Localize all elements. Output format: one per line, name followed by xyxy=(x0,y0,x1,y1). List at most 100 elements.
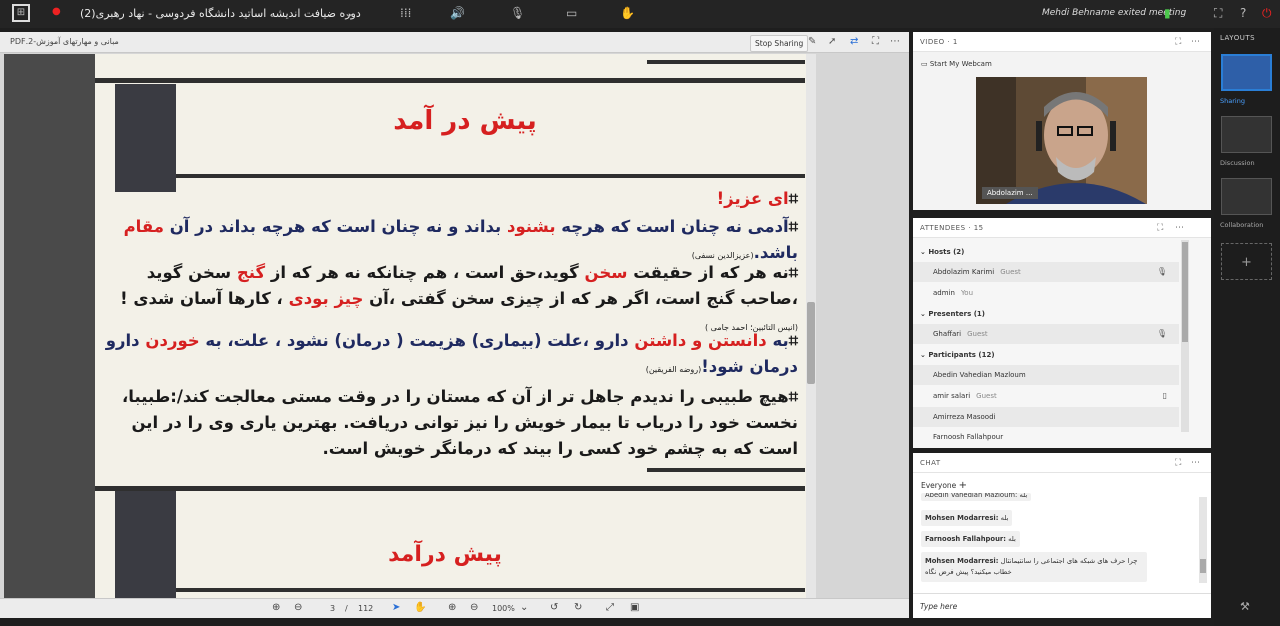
highlight-text: سخن xyxy=(584,263,628,282)
pointer-tool-icon[interactable]: ➤ xyxy=(392,602,400,613)
maximize-icon[interactable]: ⛶ xyxy=(1175,37,1181,47)
add-layout-button[interactable]: + xyxy=(1221,243,1272,280)
highlight-text: مقام xyxy=(123,217,164,236)
right-column: VIDEO · 1 ⛶ ⋯ ▭ Start My Webcam Abdolazi… xyxy=(913,32,1211,618)
more-options-icon[interactable]: ⋯ xyxy=(1175,223,1184,233)
pen-icon[interactable]: ✎ xyxy=(808,36,816,47)
chat-tab-everyone[interactable]: Everyone + xyxy=(921,480,967,491)
chat-text: بله xyxy=(1008,535,1016,543)
start-webcam-button[interactable]: ▭ Start My Webcam xyxy=(921,60,992,68)
vertical-scrollbar[interactable] xyxy=(806,54,816,598)
help-icon[interactable]: ? xyxy=(1240,6,1246,20)
zoom-level[interactable]: 100% xyxy=(492,604,515,613)
group-presenters[interactable]: ⌄ Presenters (1) xyxy=(920,310,985,318)
rotate-left-icon[interactable]: ↺ xyxy=(550,602,558,613)
more-options-icon[interactable]: ⋯ xyxy=(890,36,900,47)
chat-message: Mohsen Modarresi: چرا حرف های شبکه های ا… xyxy=(921,552,1147,582)
meeting-title[interactable]: دوره ضیافت اندیشه اساتید دانشگاه فردوسی … xyxy=(80,7,361,20)
speaker-icon[interactable]: 🔊 xyxy=(450,6,465,20)
layout-sharing[interactable] xyxy=(1221,54,1272,91)
share-pod: مبانی و مهارتهای آموزش-2.PDF Stop Sharin… xyxy=(0,32,909,598)
highlight-text: گنج xyxy=(236,263,266,282)
chat-message: Farnoosh Fallahpour: بله xyxy=(921,531,1020,547)
fullscreen-icon[interactable]: ⛶ xyxy=(1214,6,1222,21)
video-pod: VIDEO · 1 ⛶ ⋯ ▭ Start My Webcam Abdolazi… xyxy=(913,32,1211,210)
attendee-role: You xyxy=(960,289,974,297)
fit-width-icon[interactable]: ▣ xyxy=(630,602,639,613)
rotate-right-icon[interactable]: ↻ xyxy=(574,602,582,613)
divider xyxy=(647,60,805,64)
maximize-icon[interactable]: ⛶ xyxy=(1175,458,1181,468)
microphone-icon: 🎙 xyxy=(1156,267,1167,276)
zoom-in-icon[interactable]: ⊕ xyxy=(448,602,456,613)
slide-title: پیش درآمد xyxy=(388,542,502,567)
maximize-icon[interactable]: ⛶ xyxy=(1157,223,1163,233)
chat-message: Mohsen Modarresi: بله xyxy=(921,510,1013,526)
power-icon[interactable]: ⏻ xyxy=(1262,6,1272,21)
microphone-icon[interactable]: 🎙 xyxy=(510,6,525,20)
maximize-icon[interactable]: ⛶ xyxy=(872,36,879,47)
hand-tool-icon[interactable]: ✋ xyxy=(414,602,426,613)
attendee-name: Amirreza Masoodi xyxy=(933,413,996,421)
group-participants[interactable]: ⌄ Participants (12) xyxy=(920,351,995,359)
wrench-icon[interactable]: ⚒ xyxy=(1240,600,1250,613)
bullet-icon: ⌗ xyxy=(788,387,798,406)
camera-icon[interactable]: ▭ xyxy=(566,6,577,20)
attendee-row[interactable]: Abedin Vahedian Mazloum xyxy=(913,365,1179,385)
more-options-icon[interactable]: ⋯ xyxy=(1191,458,1200,468)
paragraph: ⌗هیچ طبیبی را ندیدم جاهل تر از آن که مست… xyxy=(103,384,798,462)
source-text: (عزیزالدین نسفی) xyxy=(691,251,754,260)
attendee-name: Ghaffari xyxy=(933,330,962,338)
paragraph-text: ای عزیز! xyxy=(716,189,789,208)
pointer-icon[interactable]: ➚ xyxy=(828,36,836,47)
camera-icon: ▭ xyxy=(921,60,930,68)
layout-collaboration[interactable] xyxy=(1221,178,1272,215)
scrollbar-thumb[interactable] xyxy=(807,302,815,384)
document-viewer[interactable]: پیش در آمد ⌗ای عزیز! ⌗آدمی نه چنان است ک… xyxy=(4,54,816,598)
raise-hand-icon[interactable]: ✋ xyxy=(620,6,635,20)
prev-page-icon[interactable]: ⊕ xyxy=(272,602,280,613)
chat-scrollbar[interactable] xyxy=(1199,497,1207,583)
add-tab-icon[interactable]: + xyxy=(959,480,967,491)
paragraph-text: دارو ،علت (بیماری) هزیمت ( درمان) نشود ،… xyxy=(199,331,635,350)
scrollbar-thumb[interactable] xyxy=(1182,242,1188,342)
paragraph: ⌗به دانستن و داشتن دارو ،علت (بیماری) هز… xyxy=(103,328,798,383)
next-page-icon[interactable]: ⊖ xyxy=(294,602,302,613)
apps-grid-icon[interactable]: ⁞⁞⁞ xyxy=(400,6,411,20)
group-hosts[interactable]: ⌄ Hosts (2) xyxy=(920,248,964,256)
scrollbar-thumb[interactable] xyxy=(1200,559,1206,573)
chevron-down-icon[interactable]: ⌄ xyxy=(344,6,354,20)
group-label: Presenters (1) xyxy=(928,310,985,318)
attendee-row[interactable]: amir salari Guest ▯ xyxy=(913,386,1179,406)
page-current[interactable]: 3 xyxy=(330,604,335,613)
attendee-row[interactable]: Ghaffari Guest 🎙 xyxy=(913,324,1179,344)
app-menu-icon[interactable]: ⊞ xyxy=(12,4,30,22)
group-label: Participants (12) xyxy=(928,351,995,359)
record-icon[interactable]: ● xyxy=(52,6,61,17)
chat-input[interactable]: Type here xyxy=(913,593,1211,618)
layouts-pane: LAYOUTS Sharing Discussion Collaboration… xyxy=(1214,28,1280,626)
more-options-icon[interactable]: ⋯ xyxy=(1191,37,1200,47)
webcam-name: Abdolazim ... xyxy=(982,187,1038,199)
paragraph-text: هیچ طبیبی را ندیدم جاهل تر از آن که مستا… xyxy=(122,387,798,458)
stop-sharing-button[interactable]: Stop Sharing xyxy=(750,35,809,52)
paragraph-text: گوید،حق است ، هم چنانکه نه هر که از xyxy=(265,263,585,282)
attendee-row[interactable]: admin You xyxy=(913,283,1179,303)
zoom-out-icon[interactable]: ⊖ xyxy=(470,602,478,613)
document-controls: ⊕ ⊖ 3 / 112 ➤ ✋ ⊕ ⊖ 100% ⌄ ↺ ↻ ⤢ ▣ xyxy=(0,598,909,618)
share-header: مبانی و مهارتهای آموزش-2.PDF Stop Sharin… xyxy=(0,32,909,53)
chevron-down-icon[interactable]: ⌄ xyxy=(520,602,528,613)
attendees-scrollbar[interactable] xyxy=(1181,240,1189,432)
attendee-row[interactable]: Farnoosh Fallahpour xyxy=(913,427,1179,445)
attendee-row[interactable]: Abdolazim Karimi Guest 🎙 xyxy=(913,262,1179,282)
sync-icon[interactable]: ⇄ xyxy=(850,36,858,47)
decor-block xyxy=(115,491,176,598)
attendee-name: amir salari xyxy=(933,392,971,400)
layout-discussion[interactable] xyxy=(1221,116,1272,153)
pod-header: VIDEO · 1 xyxy=(913,32,1211,52)
bullet-icon: ⌗ xyxy=(788,189,798,208)
page-total: 112 xyxy=(358,604,374,613)
attendee-row[interactable]: Amirreza Masoodi xyxy=(913,407,1179,427)
fit-page-icon[interactable]: ⤢ xyxy=(606,602,614,613)
divider xyxy=(176,588,805,592)
